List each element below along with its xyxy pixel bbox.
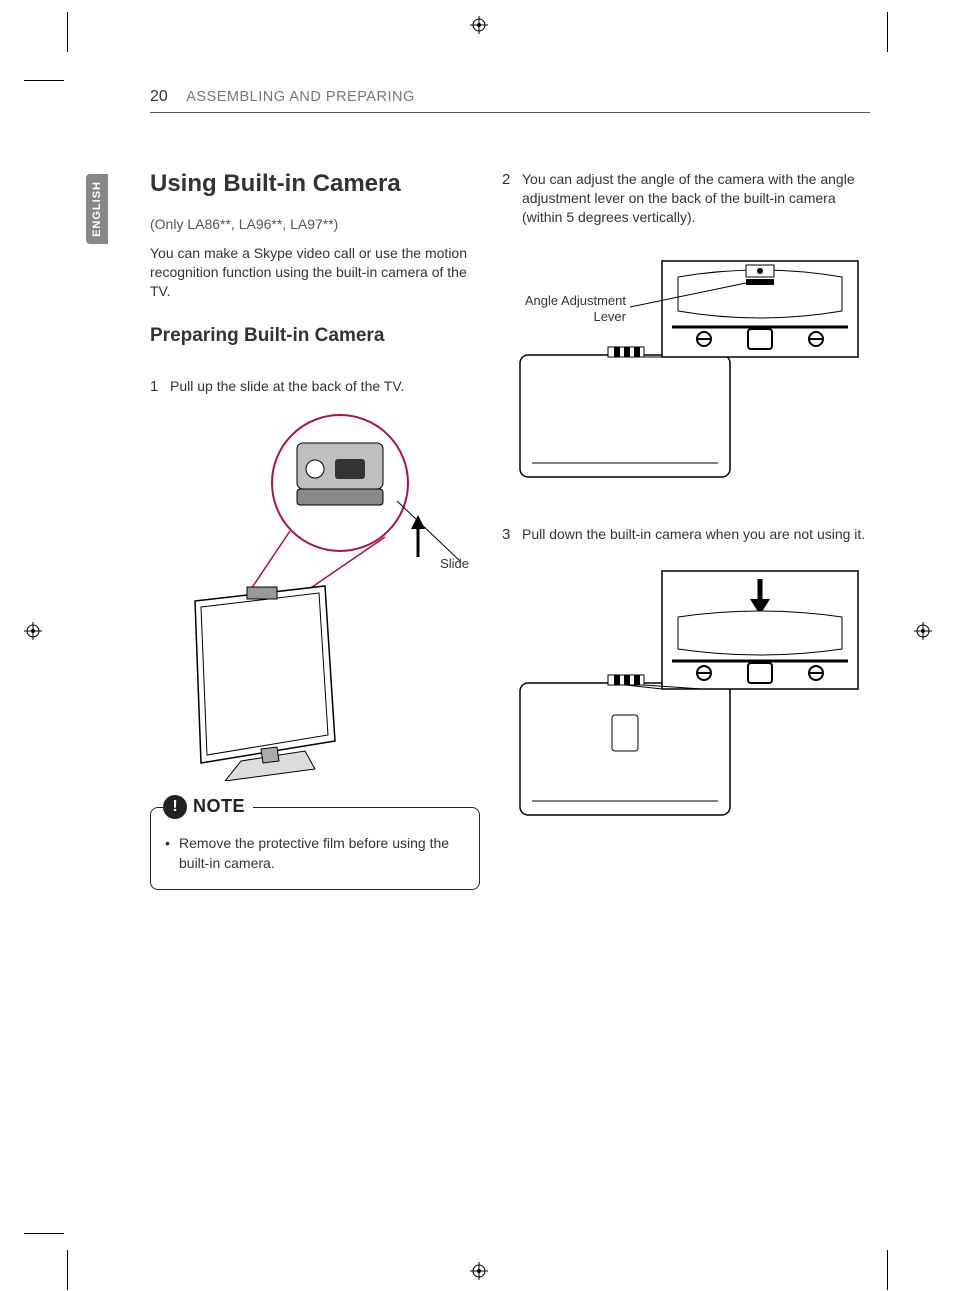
note-item: Remove the protective film before using …: [165, 834, 465, 873]
intro-paragraph: You can make a Skype video call or use t…: [150, 244, 480, 301]
step-number: 2: [502, 170, 522, 227]
page-number: 20: [150, 88, 168, 105]
step-1: 1 Pull up the slide at the back of the T…: [150, 377, 480, 397]
registration-mark-icon: [470, 1262, 488, 1280]
registration-mark-icon: [470, 16, 488, 34]
manual-page: 20 ASSEMBLING AND PREPARING ENGLISH Usin…: [0, 0, 954, 1291]
language-tab: ENGLISH: [86, 174, 108, 244]
step-2: 2 You can adjust the angle of the camera…: [502, 170, 872, 227]
page-header: 20 ASSEMBLING AND PREPARING: [150, 88, 870, 113]
tv-camera-illustration: [165, 411, 465, 781]
registration-mark-icon: [914, 622, 932, 640]
note-title: NOTE: [193, 796, 245, 817]
figure-pull-up-slide: Slide: [165, 411, 465, 781]
figure-push-down: [512, 565, 862, 825]
language-tab-label: ENGLISH: [91, 181, 103, 237]
right-column: 2 You can adjust the angle of the camera…: [502, 170, 872, 825]
note-heading: ! NOTE: [163, 795, 253, 819]
crop-mark: [24, 1233, 64, 1234]
crop-mark: [67, 1250, 68, 1290]
crop-mark: [67, 12, 68, 52]
crop-mark: [887, 1250, 888, 1290]
figure-angle-adjust: Angle Adjustment Lever: [512, 255, 862, 485]
crop-mark: [24, 80, 64, 81]
angle-adjust-illustration: [512, 255, 862, 485]
step-3: 3 Pull down the built-in camera when you…: [502, 525, 872, 545]
step-text: You can adjust the angle of the camera w…: [522, 170, 872, 227]
model-list: (Only LA86**, LA96**, LA97**): [150, 216, 480, 232]
subheading-preparing: Preparing Built-in Camera: [150, 325, 480, 347]
registration-mark-icon: [24, 622, 42, 640]
push-down-illustration: [512, 565, 862, 825]
step-text: Pull up the slide at the back of the TV.: [170, 377, 480, 397]
callout-angle-line2: Lever: [593, 309, 626, 324]
left-column: Using Built-in Camera (Only LA86**, LA96…: [150, 170, 480, 890]
callout-angle-line1: Angle Adjustment: [525, 293, 626, 308]
heading-using-camera: Using Built-in Camera: [150, 170, 480, 198]
step-number: 1: [150, 377, 170, 397]
section-title: ASSEMBLING AND PREPARING: [186, 89, 414, 105]
crop-mark: [887, 12, 888, 52]
note-icon: !: [163, 795, 187, 819]
step-number: 3: [502, 525, 522, 545]
note-box: ! NOTE Remove the protective film before…: [150, 807, 480, 890]
step-text: Pull down the built-in camera when you a…: [522, 525, 872, 545]
callout-slide: Slide: [440, 556, 469, 571]
